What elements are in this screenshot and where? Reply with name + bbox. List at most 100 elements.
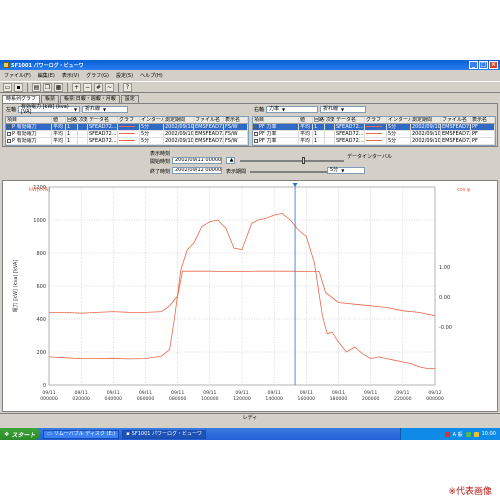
settings-icon[interactable]: ?	[123, 82, 132, 92]
grid-icon[interactable]: #	[94, 82, 103, 92]
minimize-button[interactable]: _	[469, 61, 478, 69]
tab-settings[interactable]: 設定	[120, 95, 139, 103]
tray-network-icon[interactable]	[465, 431, 471, 437]
left-series-table: 項目値回路次数データ名グラフインターバル測定期間ファイル名表示名P 有効電力平均…	[5, 116, 249, 146]
column-header[interactable]: 次数	[325, 117, 335, 123]
paste-icon[interactable]: ▦	[54, 82, 63, 92]
left-axis-dropdown[interactable]: 有効電力 [kW] (kva) [VA] ▼	[18, 104, 81, 114]
end-time-field[interactable]: 2002/09/12 000000	[172, 167, 222, 174]
menu-file[interactable]: ファイル(F)	[4, 72, 31, 79]
tray-alert-icon[interactable]	[444, 431, 450, 437]
open-icon[interactable]: ▭	[3, 82, 12, 92]
right-mode-dropdown[interactable]: 折れ線 ▼	[320, 106, 367, 113]
zoom-in-icon[interactable]: +	[72, 82, 81, 92]
table-row[interactable]: P 有効電力平均1 SFEAD72... 5分2002/09/10...EMSFEA…	[6, 124, 248, 131]
table-cell: PF	[471, 124, 495, 130]
tab-timeseries-graph[interactable]: 時系列グラフ	[2, 95, 41, 103]
column-header[interactable]: 表示名	[471, 117, 495, 123]
menu-view[interactable]: 表示(V)	[62, 72, 79, 79]
column-header[interactable]: 測定期間	[164, 117, 194, 123]
table-row[interactable]: P 有効電力平均1 SFEAD72... 5分2002/09/10...EMSFEA…	[6, 131, 248, 138]
menu-edit[interactable]: 編集(E)	[38, 72, 55, 79]
interval-dropdown[interactable]: 5分 ▼	[327, 167, 365, 174]
column-header[interactable]: グラフ	[118, 117, 140, 123]
checkbox[interactable]	[254, 138, 258, 143]
zoom-out-icon[interactable]: −	[83, 82, 92, 92]
chart-svg: 02004006008001000120009/1100000009/11020…	[12, 183, 471, 402]
left-mode-dropdown[interactable]: 折れ線 ▼	[82, 106, 129, 113]
timeseries-chart[interactable]: 0 200 400 600 800 1000 1200 09/11 000000 09/11 020…	[2, 180, 498, 412]
table-cell: PF 力率	[253, 138, 299, 144]
menu-help[interactable]: ヘルプ(H)	[140, 72, 163, 79]
column-header[interactable]: 回路	[66, 117, 78, 123]
table-cell: 平均	[299, 124, 313, 130]
ime-indicator[interactable]: A 般	[453, 431, 463, 438]
save-icon[interactable]: ▪	[14, 82, 23, 92]
checkbox[interactable]	[7, 131, 11, 136]
table-cell: EMSFEAD72C	[442, 124, 471, 130]
tab-report[interactable]: 帳票	[41, 95, 60, 103]
print-icon[interactable]: ▤	[32, 82, 41, 92]
menu-settings[interactable]: 設定(S)	[116, 72, 133, 79]
column-header[interactable]: グラフ	[365, 117, 387, 123]
column-header[interactable]: 項目	[6, 117, 52, 123]
column-header[interactable]: ファイル名	[194, 117, 224, 123]
checkbox[interactable]	[7, 138, 11, 143]
table-cell: SFEAD72...	[336, 138, 365, 144]
table-cell: 1	[313, 138, 325, 144]
spin-button[interactable]: ▲	[226, 157, 235, 164]
right-axis-dropdown[interactable]: 力率 ▼	[266, 106, 319, 113]
column-header[interactable]: ファイル名	[441, 117, 471, 123]
tray-volume-icon[interactable]	[473, 431, 479, 437]
x-tick-label-date: 09/11	[75, 390, 88, 396]
x-tick-label-time: 160000	[298, 396, 316, 402]
column-header[interactable]: 項目	[253, 117, 299, 123]
checkbox[interactable]	[254, 131, 258, 136]
chart-icon[interactable]: ~	[105, 82, 114, 92]
column-header[interactable]: 回路	[313, 117, 325, 123]
column-header[interactable]: インターバル	[140, 117, 164, 123]
table-cell: 5分	[387, 138, 411, 144]
chevron-down-icon: ▼	[341, 168, 345, 173]
start-button[interactable]: ❖ スタート	[0, 428, 40, 440]
taskbar-item-powerlog-viewer[interactable]: ▪ SF1001 パワーログ・ビューワ	[122, 429, 207, 439]
table-cell: SFEAD72...	[89, 131, 118, 137]
column-header[interactable]: 測定期間	[411, 117, 441, 123]
start-time-field[interactable]: 2002/09/11 000000	[172, 157, 222, 164]
table-cell: 1	[66, 138, 78, 144]
time-slider-track[interactable]	[240, 160, 344, 162]
table-row[interactable]: PF 力率平均1 SFEAD72... 5分2002/09/10...EMSFEAD…	[253, 138, 495, 145]
menu-graph[interactable]: グラフ(G)	[86, 72, 109, 79]
maximize-button[interactable]: □	[479, 61, 488, 69]
x-tick-label-time: 060000	[137, 396, 155, 402]
column-header[interactable]: 表示名	[224, 117, 248, 123]
table-cell: 5分	[140, 124, 164, 130]
table-header: 項目値回路次数データ名グラフインターバル測定期間ファイル名表示名	[6, 117, 248, 124]
column-header[interactable]: 次数	[78, 117, 88, 123]
windows-taskbar: ❖ スタート ▭ リムーバブル ディスク (E:) ▪ SF1001 パワーログ…	[0, 428, 500, 440]
column-header[interactable]: データ名	[88, 117, 118, 123]
representative-image-caption: ※代表画像	[448, 487, 492, 497]
checkbox[interactable]	[254, 124, 258, 129]
time-controls: 表示時刻 開始時刻 2002/09/11 000000 終了時刻 2002/09…	[0, 148, 500, 178]
status-text: レディ	[242, 415, 258, 421]
column-header[interactable]: 値	[299, 117, 313, 123]
column-header[interactable]: インターバル	[387, 117, 411, 123]
table-row[interactable]: PF 力率平均1 SFEAD72... 5分2002/09/10...EMSFEAD…	[253, 124, 495, 131]
table-row[interactable]: PF 力率平均1 SFEAD72... 5分2002/09/10...EMSFEAD…	[253, 131, 495, 138]
copy-icon[interactable]: ❐	[43, 82, 52, 92]
table-cell	[325, 131, 335, 137]
checkbox[interactable]	[7, 124, 11, 129]
y-tick-label-left: 1000	[33, 218, 46, 224]
table-cell: 平均	[299, 131, 313, 137]
table-cell: 5分	[387, 124, 411, 130]
tab-periodic-report[interactable]: 帳票:日報・週報・月報	[60, 95, 120, 103]
close-button[interactable]: ×	[489, 61, 498, 69]
table-row[interactable]: P 有効電力平均1 SFEAD72... 5分2002/09/10...EMSFEA…	[6, 138, 248, 145]
column-header[interactable]: 値	[52, 117, 66, 123]
table-cell: 2002/09/10...	[412, 138, 441, 144]
taskbar-item-removable-disk[interactable]: ▭ リムーバブル ディスク (E:)	[43, 429, 120, 439]
column-header[interactable]: データ名	[335, 117, 365, 123]
x-tick-label-time: 080000	[169, 396, 187, 402]
time-slider-thumb[interactable]	[302, 157, 305, 164]
